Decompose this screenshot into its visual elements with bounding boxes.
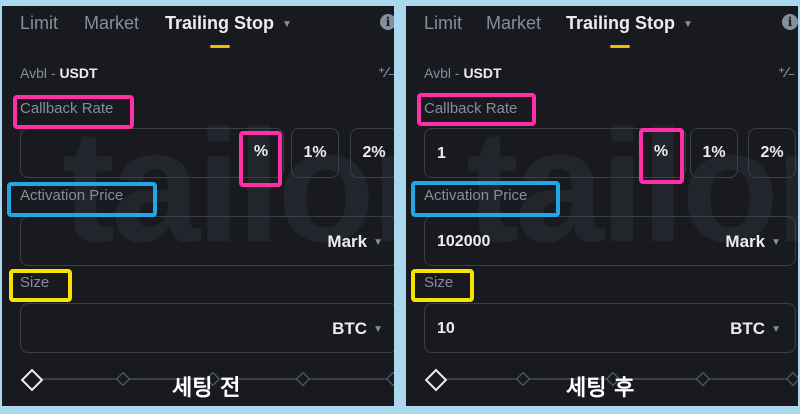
order-type-tabs: Limit Market Trailing Stop ▼ i [406,6,798,50]
size-unit-select[interactable]: BTC ▼ [332,319,383,339]
tab-trailing-stop-label: Trailing Stop [165,13,275,33]
avbl-label: Avbl [424,65,451,81]
avbl-currency: USDT [463,65,502,81]
price-type-select[interactable]: Mark ▼ [327,232,383,252]
size-unit-label: BTC [730,319,766,338]
chevron-down-icon: ▼ [771,237,781,249]
info-icon[interactable]: i [380,14,394,30]
order-type-tabs: Limit Market Trailing Stop ▼ i [2,6,394,50]
activation-price-input[interactable]: 102000 Mark ▼ [424,216,796,266]
size-value: 10 [437,320,455,337]
highlight-percent-button [239,131,282,187]
caption-after: 세팅 후 [566,376,635,401]
avbl-label: Avbl [20,65,47,81]
active-tab-indicator [610,45,630,48]
highlight-percent-button [639,128,684,184]
panel-after: tailong Limit Market Trailing Stop▼ i Av… [406,6,798,406]
callback-rate-value: 1 [437,145,446,162]
tab-market[interactable]: Market [84,13,139,34]
available-balance: Avbl - USDT [424,65,502,81]
highlight-size [411,269,474,302]
caption-before: 세팅 전 [172,376,241,401]
slider-handle[interactable] [20,368,44,392]
price-type-label: Mark [327,232,368,251]
highlight-activation-price [7,182,157,217]
activation-price-input[interactable]: Mark ▼ [20,216,394,266]
price-type-select[interactable]: Mark ▼ [725,232,781,252]
swap-icon[interactable]: ⁺⁄₋ [778,64,795,81]
highlight-callback-rate [13,95,134,129]
tab-trailing-stop-label: Trailing Stop [566,13,676,33]
slider-node-100[interactable] [785,371,798,387]
chevron-down-icon: ▼ [373,237,383,249]
tab-trailing-stop[interactable]: Trailing Stop ▼ [566,13,693,34]
slider-handle[interactable] [424,368,448,392]
avbl-currency: USDT [59,65,98,81]
size-input[interactable]: 10 BTC ▼ [424,303,796,353]
available-balance: Avbl - USDT [20,65,98,81]
price-type-label: Mark [725,232,766,251]
slider-node-100[interactable] [385,371,394,387]
chevron-down-icon: ▼ [771,324,781,336]
swap-icon[interactable]: ⁺⁄₋ [378,64,394,81]
active-tab-indicator [210,45,230,48]
size-unit-label: BTC [332,319,368,338]
two-percent-button[interactable]: 2% [350,128,394,178]
highlight-activation-price [411,181,560,217]
activation-price-value: 102000 [437,233,491,250]
slider-node-75[interactable] [695,371,711,387]
chevron-down-icon: ▼ [373,324,383,336]
slider-node-25[interactable] [515,371,531,387]
chevron-down-icon: ▼ [683,18,693,30]
tab-market[interactable]: Market [486,13,541,34]
highlight-size [9,269,72,302]
size-input[interactable]: BTC ▼ [20,303,394,353]
info-icon[interactable]: i [782,14,798,30]
tab-limit[interactable]: Limit [20,13,58,34]
two-percent-button[interactable]: 2% [748,128,796,178]
slider-node-25[interactable] [115,371,131,387]
tab-limit[interactable]: Limit [424,13,462,34]
chevron-down-icon: ▼ [282,18,292,30]
tab-trailing-stop[interactable]: Trailing Stop ▼ [165,13,292,34]
panel-before: tailong Limit Market Trailing Stop▼ i Av… [2,6,394,406]
size-unit-select[interactable]: BTC ▼ [730,319,781,339]
slider-node-75[interactable] [295,371,311,387]
highlight-callback-rate [417,93,536,126]
one-percent-button[interactable]: 1% [291,128,339,178]
one-percent-button[interactable]: 1% [690,128,738,178]
